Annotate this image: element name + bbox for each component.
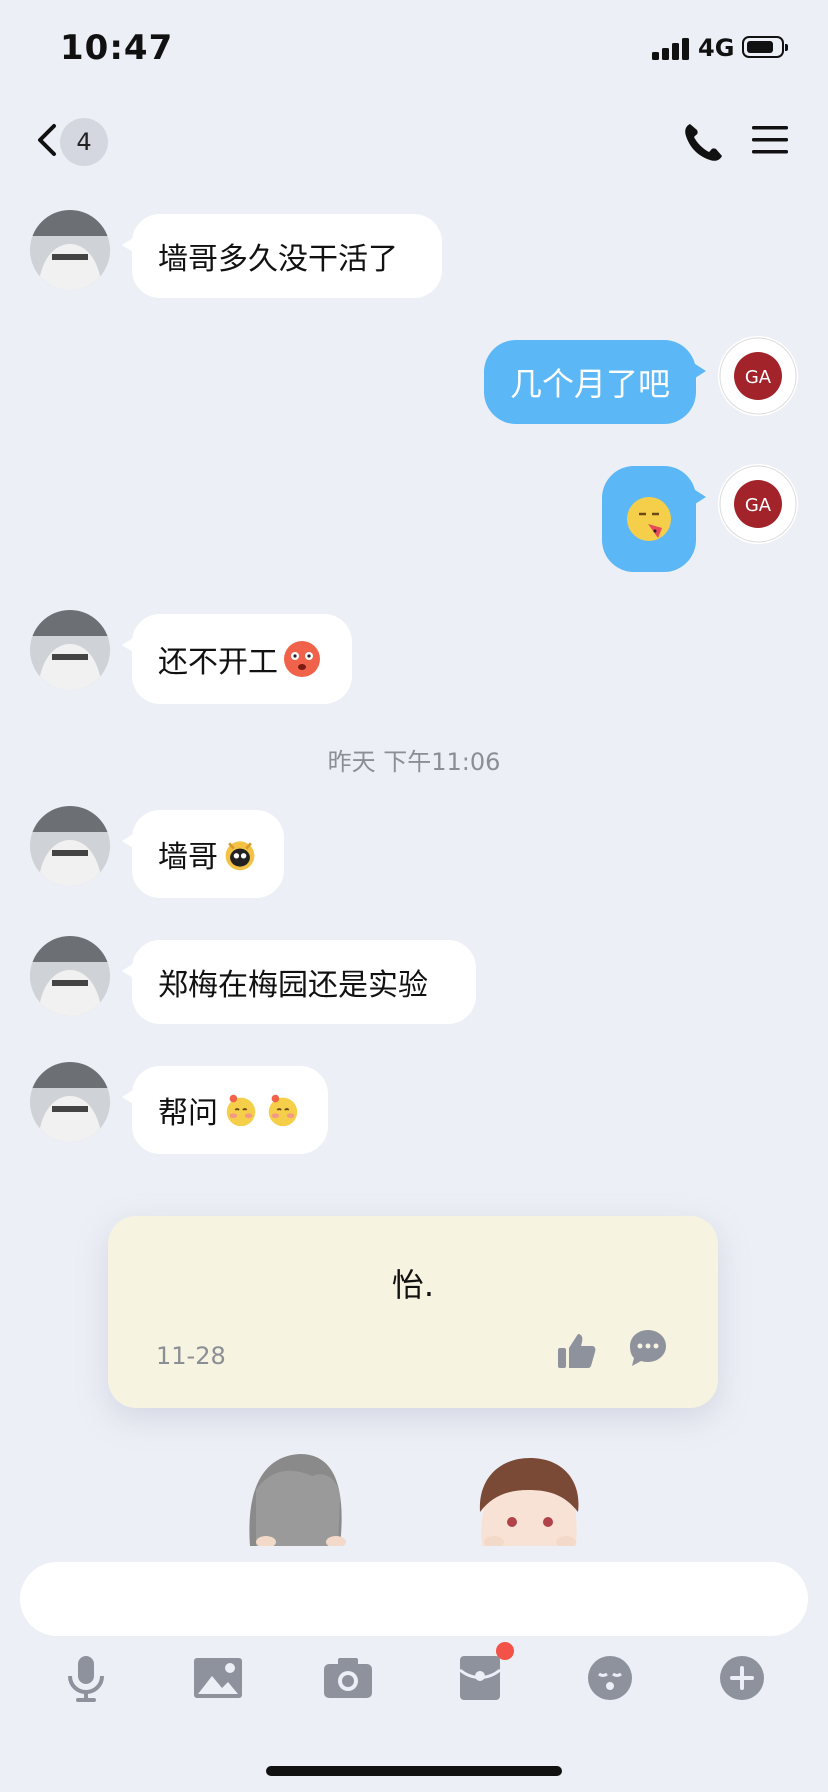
self-avatar[interactable]: GA — [718, 464, 798, 544]
shy-face-emoji — [226, 1094, 256, 1127]
sticker-icon[interactable] — [582, 1650, 638, 1706]
message-text: 墙哥多久没干活了 — [158, 242, 398, 277]
shy-face-emoji — [268, 1094, 298, 1127]
message-text: 帮问 — [158, 1096, 218, 1131]
status-bar: 10:47 4G — [0, 0, 828, 100]
message-text: 几个月了吧 — [509, 365, 670, 403]
unread-badge[interactable]: 4 — [60, 118, 108, 166]
status-card[interactable]: 怡. 11-28 — [108, 1216, 718, 1408]
message-bubble[interactable]: 郑梅在梅园还是实验 — [122, 940, 476, 1024]
contact-avatar[interactable] — [30, 806, 110, 886]
signal-icon — [652, 36, 692, 60]
message-text: 还不开工 — [158, 645, 278, 680]
mic-icon[interactable] — [58, 1650, 114, 1706]
contact-avatar[interactable] — [30, 936, 110, 1016]
message-bubble[interactable]: 墙哥 — [122, 810, 284, 898]
message-bubble-outgoing[interactable] — [602, 466, 706, 572]
plus-icon[interactable] — [714, 1650, 770, 1706]
character-illustrations — [249, 1454, 579, 1546]
comment-icon[interactable] — [626, 1326, 670, 1370]
message-text: 郑梅在梅园还是实验 — [158, 968, 428, 1003]
notification-dot — [496, 1642, 514, 1660]
network-label: 4G — [698, 34, 735, 62]
battery-level — [747, 41, 773, 53]
menu-icon[interactable] — [750, 120, 790, 160]
contact-avatar[interactable] — [30, 1062, 110, 1142]
svg-text:GA: GA — [745, 495, 772, 516]
home-indicator — [266, 1766, 562, 1776]
thumbs-up-icon[interactable] — [556, 1330, 598, 1372]
message-bubble[interactable]: 还不开工 — [122, 614, 352, 704]
message-text: 墙哥 — [158, 840, 218, 875]
message-bubble[interactable]: 墙哥多久没干活了 — [122, 214, 442, 298]
card-date: 11-28 — [156, 1342, 226, 1370]
message-bubble[interactable]: 帮问 — [122, 1066, 328, 1154]
contact-avatar[interactable] — [30, 210, 110, 290]
angry-face-emoji — [284, 641, 320, 677]
message-input[interactable] — [20, 1562, 808, 1636]
penguin-emoji — [225, 841, 255, 871]
contact-avatar[interactable] — [30, 610, 110, 690]
camera-icon[interactable] — [320, 1650, 376, 1706]
battery-icon — [742, 36, 788, 58]
time-divider: 昨天 下午11:06 — [327, 748, 501, 776]
peeking-characters — [0, 1440, 828, 1546]
phone-icon[interactable] — [680, 120, 726, 166]
card-text: 怡. — [391, 1266, 435, 1304]
eating-watermelon-emoji — [627, 497, 671, 541]
image-icon[interactable] — [190, 1650, 246, 1706]
self-avatar[interactable]: GA — [718, 336, 798, 416]
message-bubble-outgoing[interactable]: 几个月了吧 — [484, 340, 706, 424]
svg-text:GA: GA — [745, 367, 772, 388]
status-time: 10:47 — [60, 28, 174, 68]
